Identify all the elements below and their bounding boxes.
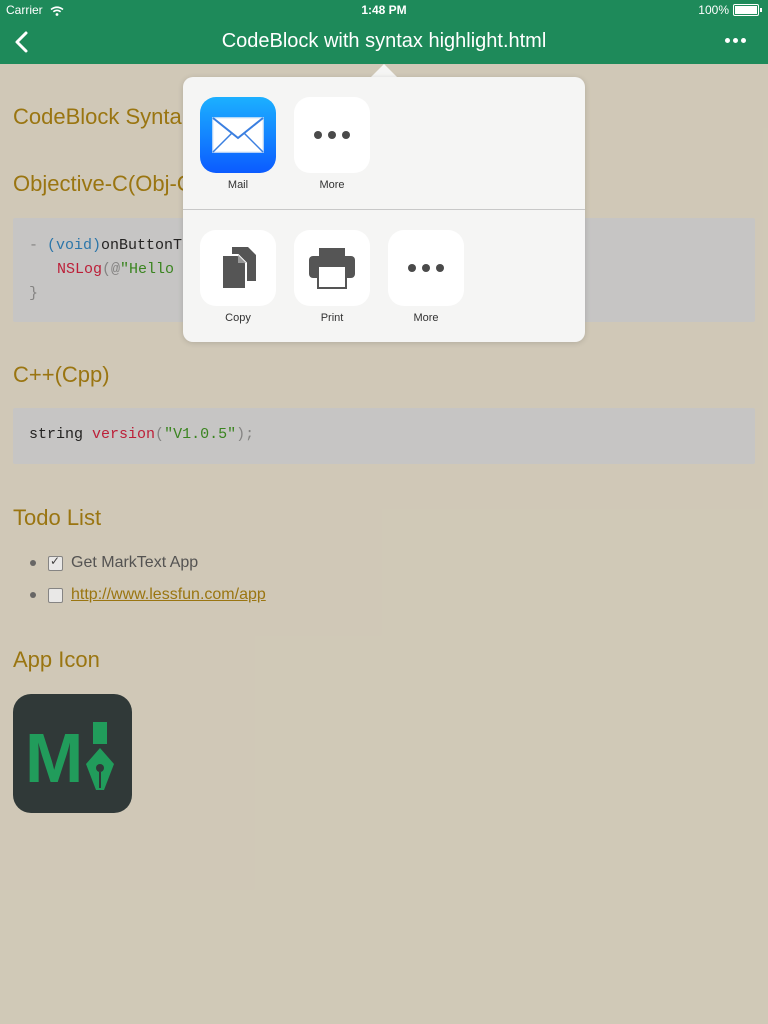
share-more-actions-label: More — [413, 312, 439, 324]
navigation-bar: CodeBlock with syntax highlight.html — [0, 20, 768, 64]
nav-title: CodeBlock with syntax highlight.html — [221, 30, 547, 52]
more-icon — [388, 230, 464, 306]
mail-icon — [200, 97, 276, 173]
share-copy-label: Copy — [225, 312, 251, 324]
share-popover: Mail More Copy Print More — [183, 77, 585, 342]
copy-icon — [200, 230, 276, 306]
share-more-apps-label: More — [319, 179, 345, 191]
share-row-actions: Copy Print More — [183, 210, 585, 342]
battery-nub — [760, 8, 762, 12]
status-time: 1:48 PM — [361, 3, 407, 17]
share-row-apps: Mail More — [183, 77, 585, 209]
share-more-actions-button[interactable]: More — [386, 230, 466, 324]
more-icon — [294, 97, 370, 173]
share-print-label: Print — [320, 312, 344, 324]
battery-indicator: 100% — [698, 3, 762, 17]
share-print-button[interactable]: Print — [292, 230, 372, 324]
print-icon — [294, 230, 370, 306]
battery-percent: 100% — [698, 3, 729, 17]
popover-arrow — [371, 64, 397, 77]
battery-icon — [733, 4, 759, 16]
share-more-apps-button[interactable]: More — [292, 97, 372, 191]
more-actions-icon[interactable] — [725, 38, 746, 43]
share-mail-label: Mail — [227, 179, 249, 191]
status-bar: Carrier 1:48 PM 100% — [0, 0, 768, 20]
share-mail-button[interactable]: Mail — [198, 97, 278, 191]
share-copy-button[interactable]: Copy — [198, 230, 278, 324]
